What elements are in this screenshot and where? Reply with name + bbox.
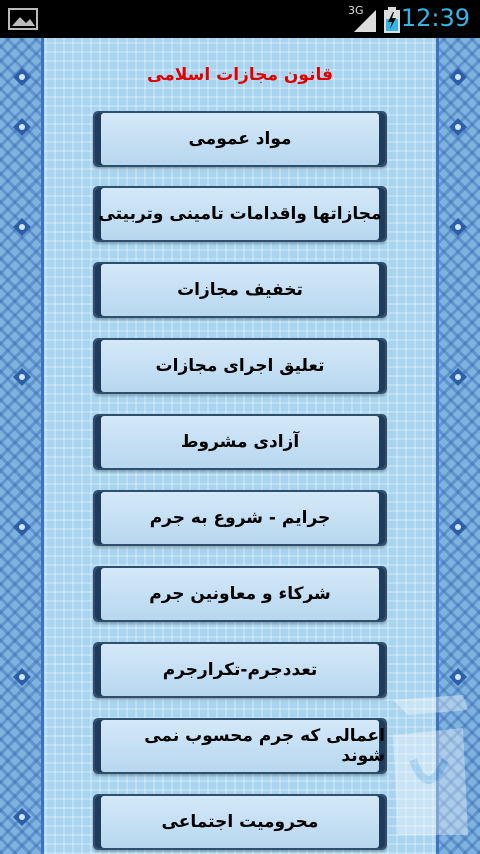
battery-charging-icon (384, 7, 400, 33)
menu-button-punishments-measures[interactable]: مجازاتها واقدامات تامینی وتربیتی (93, 186, 387, 242)
ornament-icon (449, 118, 467, 136)
cafebazaar-logo-icon (393, 695, 468, 835)
ornament-icon (449, 218, 467, 236)
ornament-icon (13, 808, 31, 826)
ornament-icon (13, 518, 31, 536)
menu-button-suspension[interactable]: تعلیق اجرای مجازات (93, 338, 387, 394)
menu-button-non-crimes[interactable]: اعمالی که جرم محسوب نمی شوند (93, 718, 387, 774)
menu-button-crimes-attempt[interactable]: جرایم - شروع به جرم (93, 490, 387, 546)
status-clock: 12:39 (400, 4, 470, 32)
ornament-icon (13, 118, 31, 136)
ornament-icon (449, 368, 467, 386)
ornament-icon (449, 518, 467, 536)
ornament-icon (13, 218, 31, 236)
signal-icon (354, 10, 376, 32)
page-title: قانون مجازات اسلامی (147, 65, 333, 85)
status-bar: 3G 12:39 (0, 0, 480, 38)
ornament-icon (13, 368, 31, 386)
menu-button-parole[interactable]: آزادی مشروط (93, 414, 387, 470)
notification-image-icon (8, 8, 38, 30)
menu-button-accomplices[interactable]: شرکاء و معاونین جرم (93, 566, 387, 622)
ornament-icon (449, 668, 467, 686)
menu-button-multiple-crimes[interactable]: تعددجرم-تکرارجرم (93, 642, 387, 698)
menu-button-punishment-reduction[interactable]: تخفیف مجازات (93, 262, 387, 318)
left-decorative-border (0, 38, 44, 854)
menu-button-social-deprivation[interactable]: محرومیت اجتماعی (93, 794, 387, 850)
menu-button-general-articles[interactable]: مواد عمومی (93, 111, 387, 167)
ornament-icon (13, 668, 31, 686)
